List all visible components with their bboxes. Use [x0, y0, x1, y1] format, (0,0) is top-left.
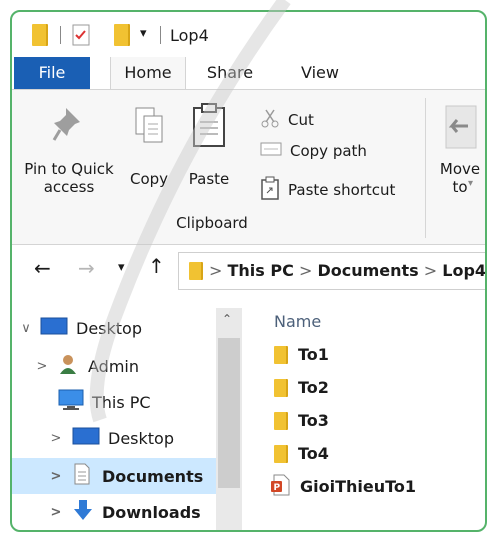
nav-item-desktop-root[interactable]: ∨ Desktop [18, 312, 142, 344]
chevron-right-icon: > [50, 430, 62, 446]
move-to-label: Move to [439, 160, 481, 196]
back-arrow-icon[interactable]: ← [34, 256, 51, 280]
file-name: To1 [298, 345, 329, 364]
cut-label: Cut [288, 111, 314, 129]
column-header-name[interactable]: Name [274, 312, 321, 331]
cut-button[interactable]: Cut [260, 108, 314, 132]
file-name: To2 [298, 378, 329, 397]
svg-text:P: P [274, 483, 281, 493]
new-folder-icon[interactable] [114, 24, 130, 46]
nav-item-this-pc[interactable]: This PC [58, 386, 151, 418]
navigation-pane: ∨ Desktop > Admin This PC > Desktop > Do… [12, 308, 242, 530]
tab-home[interactable]: Home [110, 57, 186, 89]
nav-item-documents[interactable]: > Documents [48, 460, 203, 492]
dropdown-arrow-icon: ▾ [468, 178, 474, 189]
nav-item-downloads[interactable]: > Downloads [48, 496, 201, 528]
list-item-to3[interactable]: To3 [274, 404, 329, 437]
tab-file[interactable]: File [14, 57, 90, 89]
forward-arrow-icon[interactable]: → [78, 256, 95, 280]
copy-path-label: Copy path [290, 142, 367, 160]
copy-button[interactable]: Copy [124, 100, 174, 210]
paste-icon [192, 102, 226, 152]
breadcrumb-lop4[interactable]: Lop4 [442, 261, 485, 280]
copy-icon [134, 106, 164, 150]
toolbar-separator [160, 26, 161, 44]
copy-path-icon [260, 142, 282, 160]
desktop-icon [40, 317, 68, 339]
copy-label: Copy [129, 170, 169, 188]
nav-label: Desktop [76, 318, 142, 338]
nav-label: Downloads [102, 502, 201, 522]
folder-icon [274, 444, 288, 463]
window-title: Lop4 [170, 26, 209, 45]
paste-shortcut-icon [260, 176, 280, 204]
chevron-right-icon: > [50, 504, 62, 520]
tab-share[interactable]: Share [198, 57, 262, 89]
clipboard-group-label: Clipboard [176, 214, 248, 232]
file-name: GioiThieuTo1 [300, 477, 417, 496]
breadcrumb-separator: > [423, 261, 438, 280]
list-item-to1[interactable]: To1 [274, 338, 329, 371]
explorer-window: ▾ Lop4 File Home Share View Pin to Quick… [10, 10, 487, 532]
breadcrumb-this-pc[interactable]: This PC [228, 261, 294, 280]
ribbon-home: Pin to Quick access Copy Paste Cut Copy … [12, 89, 485, 245]
customize-toolbar-icon[interactable]: ▾ [140, 26, 147, 41]
toolbar-separator [60, 26, 61, 44]
nav-label: Admin [88, 356, 139, 376]
nav-item-desktop[interactable]: > Desktop [48, 422, 174, 454]
list-item-to4[interactable]: To4 [274, 437, 329, 470]
move-to-button[interactable]: Move to ▾ [432, 100, 485, 210]
file-list: Name To1 To2 To3 To4 P GioiThieuTo1 [244, 308, 485, 530]
breadcrumb-separator: > [209, 261, 223, 280]
group-separator [425, 98, 426, 238]
chevron-down-icon: ∨ [21, 320, 31, 336]
download-icon [72, 499, 94, 525]
nav-label: This PC [92, 392, 151, 412]
file-name: To3 [298, 411, 329, 430]
folder-icon [274, 411, 288, 430]
address-bar[interactable]: > This PC > Documents > Lop4 [178, 252, 485, 290]
breadcrumb-separator: > [298, 261, 313, 280]
move-to-icon [438, 104, 478, 154]
nav-label: Desktop [108, 428, 174, 448]
pin-label: Pin to Quick access [24, 160, 114, 196]
properties-icon[interactable] [72, 24, 90, 50]
scissors-icon [260, 108, 280, 132]
powerpoint-file-icon: P [270, 474, 290, 500]
chevron-right-icon: > [50, 468, 62, 484]
pin-icon [52, 104, 86, 148]
copy-path-button[interactable]: Copy path [260, 142, 367, 160]
paste-shortcut-button[interactable]: Paste shortcut [260, 176, 395, 204]
breadcrumb-documents[interactable]: Documents [317, 261, 418, 280]
folder-icon [274, 378, 288, 397]
up-arrow-icon[interactable]: ↑ [148, 254, 165, 278]
pc-icon [58, 389, 84, 415]
nav-scrollbar-thumb[interactable] [218, 338, 240, 488]
breadcrumb: > This PC > Documents > Lop4 [209, 261, 485, 280]
folder-icon [189, 262, 203, 280]
paste-label: Paste [188, 170, 230, 188]
pin-to-quick-access-button[interactable]: Pin to Quick access [18, 100, 120, 210]
folder-icon [274, 345, 288, 364]
paste-shortcut-label: Paste shortcut [288, 181, 396, 199]
nav-item-admin[interactable]: > Admin [34, 350, 139, 382]
file-name: To4 [298, 444, 329, 463]
scroll-up-icon[interactable]: ⌃ [222, 312, 232, 326]
desktop-icon [72, 427, 100, 449]
quick-access-folder-icon[interactable] [32, 24, 48, 46]
tab-view[interactable]: View [288, 57, 352, 89]
chevron-right-icon: > [36, 358, 48, 374]
document-icon [74, 463, 90, 489]
user-icon [58, 353, 78, 379]
list-item-gioithieuto1[interactable]: P GioiThieuTo1 [270, 470, 416, 503]
recent-locations-icon[interactable]: ▾ [118, 260, 125, 275]
nav-label: Documents [102, 466, 204, 486]
list-item-to2[interactable]: To2 [274, 371, 329, 404]
paste-button[interactable]: Paste [182, 100, 236, 210]
